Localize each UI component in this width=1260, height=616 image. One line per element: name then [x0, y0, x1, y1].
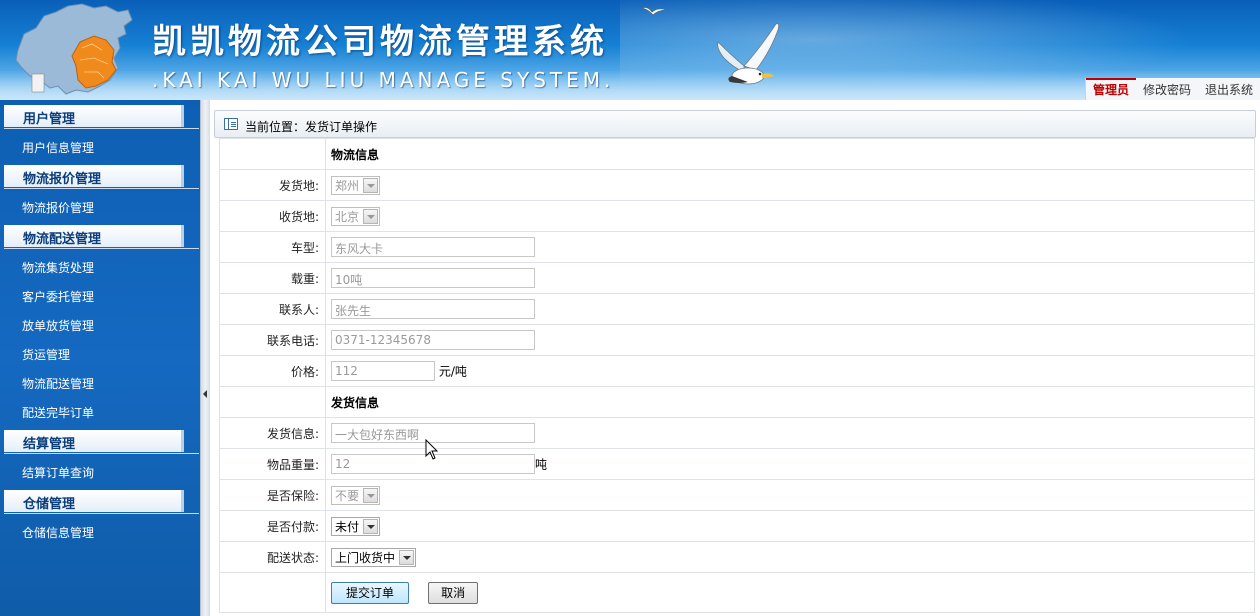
- sidebar-item-delivery[interactable]: 物流配送管理: [22, 375, 94, 392]
- contact-label: 联系人:: [219, 293, 326, 325]
- destination-select[interactable]: 北京: [331, 206, 381, 226]
- phone-label: 联系电话:: [219, 324, 326, 356]
- menu-divider: [4, 248, 199, 249]
- chevron-down-icon: [363, 177, 379, 193]
- form-row: 配送状态: 上门收货中: [219, 541, 1255, 573]
- menu-header-delivery[interactable]: 物流配送管理: [4, 225, 184, 247]
- origin-label: 发货地:: [219, 169, 326, 201]
- menu-divider: [4, 188, 199, 189]
- paid-select[interactable]: 未付: [331, 516, 381, 536]
- menu-header-quote[interactable]: 物流报价管理: [4, 165, 184, 187]
- form-row: 是否保险: 不要: [219, 479, 1255, 511]
- form-row: 是否付款: 未付: [219, 510, 1255, 542]
- sidebar-item-collect[interactable]: 物流集货处理: [22, 259, 94, 276]
- seagull-icon: [717, 23, 780, 85]
- user-nav: 管理员 修改密码 退出系统: [1084, 78, 1260, 100]
- menu-header-user[interactable]: 用户管理: [4, 105, 184, 127]
- list-icon: [224, 118, 238, 130]
- logout-link[interactable]: 退出系统: [1198, 78, 1260, 100]
- sidebar-item-quote[interactable]: 物流报价管理: [22, 199, 94, 216]
- goods-weight-label: 物品重量:: [219, 448, 326, 480]
- chevron-down-icon: [363, 518, 379, 534]
- mouse-cursor-icon: [425, 439, 439, 460]
- destination-label: 收货地:: [219, 200, 326, 232]
- price-unit: 元/吨: [438, 364, 467, 379]
- sidebar-item-settlement-query[interactable]: 结算订单查询: [22, 464, 94, 481]
- section-title-logistics: 物流信息: [325, 138, 1255, 170]
- delivery-status-label: 配送状态:: [219, 541, 326, 573]
- form-row: 车型: 东风大卡: [219, 231, 1255, 263]
- origin-select[interactable]: 郑州: [331, 175, 381, 195]
- insurance-value: 不要: [335, 488, 360, 503]
- menu-divider: [4, 453, 199, 454]
- order-form-table: 物流信息 发货地: 郑州 收货地: 北京 车型: 东风大卡 载重: 10吨 联系…: [219, 138, 1255, 613]
- submit-order-button[interactable]: 提交订单: [331, 581, 410, 604]
- chevron-down-icon: [399, 549, 415, 565]
- section-title-shipment: 发货信息: [325, 386, 1255, 418]
- form-row: 提交订单 取消: [219, 572, 1255, 613]
- form-row: 发货地: 郑州: [219, 169, 1255, 201]
- menu-header-settlement[interactable]: 结算管理: [4, 430, 184, 452]
- sidebar-item-user-info[interactable]: 用户信息管理: [22, 139, 94, 156]
- paid-label: 是否付款:: [219, 510, 326, 542]
- destination-value: 北京: [335, 209, 360, 224]
- insurance-select[interactable]: 不要: [331, 485, 381, 505]
- chevron-down-icon: [363, 208, 379, 224]
- form-row: 发货信息: [219, 386, 1255, 418]
- load-capacity-input[interactable]: 10吨: [331, 268, 535, 288]
- form-row: 发货信息: 一大包好东西啊: [219, 417, 1255, 449]
- form-row: 物流信息: [219, 138, 1255, 170]
- insurance-label: 是否保险:: [219, 479, 326, 511]
- price-input[interactable]: 112: [331, 361, 435, 381]
- vehicle-type-input[interactable]: 东风大卡: [331, 237, 535, 257]
- sidebar-collapse-bar[interactable]: [200, 100, 210, 616]
- goods-weight-unit: 吨: [535, 457, 548, 472]
- sidebar: 用户管理 用户信息管理 物流报价管理 物流报价管理 物流配送管理 物流集货处理 …: [0, 100, 200, 616]
- load-capacity-label: 载重:: [219, 262, 326, 294]
- change-password-link[interactable]: 修改密码: [1136, 78, 1198, 100]
- price-label: 价格:: [219, 355, 326, 387]
- cancel-button[interactable]: 取消: [428, 581, 479, 604]
- seagull-small-icon: [641, 7, 667, 16]
- site-subtitle: .KAI KAI WU LIU MANAGE SYSTEM.: [152, 68, 615, 92]
- sidebar-item-warehouse-info[interactable]: 仓储信息管理: [22, 524, 94, 541]
- user-role-tab[interactable]: 管理员: [1085, 78, 1136, 100]
- collapse-arrow-icon[interactable]: [203, 390, 207, 398]
- main-content: 当前位置：发货订单操作 物流信息 发货地: 郑州 收货地: 北京 车型: 东风大…: [211, 100, 1260, 616]
- china-map-logo: [15, 3, 133, 95]
- vehicle-type-label: 车型:: [219, 231, 326, 263]
- delivery-status-value: 上门收货中: [335, 550, 396, 565]
- form-row: 载重: 10吨: [219, 262, 1255, 294]
- site-title: 凯凯物流公司物流管理系统: [152, 22, 608, 62]
- sidebar-item-completed[interactable]: 配送完毕订单: [22, 404, 94, 421]
- header-banner: 凯凯物流公司物流管理系统 .KAI KAI WU LIU MANAGE SYST…: [0, 0, 1260, 100]
- form-row: 价格: 112 元/吨: [219, 355, 1255, 387]
- form-row: 物品重量: 12 吨: [219, 448, 1255, 480]
- chevron-down-icon: [363, 487, 379, 503]
- contact-input[interactable]: 张先生: [331, 299, 535, 319]
- phone-input[interactable]: 0371-12345678: [331, 330, 535, 350]
- menu-header-warehouse[interactable]: 仓储管理: [4, 490, 184, 512]
- sidebar-item-freight[interactable]: 货运管理: [22, 346, 70, 363]
- menu-divider: [4, 128, 199, 129]
- menu-divider: [4, 513, 199, 514]
- form-row: 收货地: 北京: [219, 200, 1255, 232]
- breadcrumb: 当前位置：发货订单操作: [214, 110, 1256, 138]
- origin-value: 郑州: [335, 178, 360, 193]
- form-row: 联系电话: 0371-12345678: [219, 324, 1255, 356]
- shipment-info-label: 发货信息:: [219, 417, 326, 449]
- delivery-status-select[interactable]: 上门收货中: [331, 547, 417, 567]
- paid-value: 未付: [335, 519, 360, 534]
- sidebar-item-release[interactable]: 放单放货管理: [22, 317, 94, 334]
- sidebar-item-consign[interactable]: 客户委托管理: [22, 288, 94, 305]
- breadcrumb-text: 当前位置：发货订单操作: [245, 120, 378, 134]
- form-row: 联系人: 张先生: [219, 293, 1255, 325]
